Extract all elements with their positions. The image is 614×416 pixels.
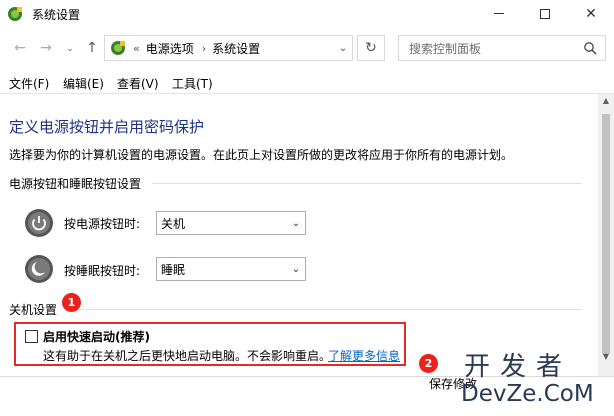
watermark-english: DevZe.CoM	[461, 381, 594, 407]
fast-startup-description: 这有助于在关机之后更快地启动电脑。不会影响重启。	[43, 349, 332, 363]
annotation-badge: 1	[62, 293, 81, 312]
search-box[interactable]: 搜索控制面板	[398, 35, 606, 61]
section-divider	[72, 309, 582, 310]
sleep-button-icon	[25, 255, 53, 283]
recent-pages-dropdown[interactable]: ⌄	[60, 44, 80, 54]
address-bar[interactable]: « 电源选项 › 系统设置	[104, 35, 353, 61]
breadcrumb-system-settings[interactable]: 系统设置	[212, 40, 260, 57]
breadcrumb-overflow-icon[interactable]: «	[133, 42, 140, 55]
control-panel-icon	[8, 7, 22, 21]
refresh-button[interactable]: ↻	[357, 35, 385, 61]
section-heading-power-buttons: 电源按钮和睡眠按钮设置	[9, 177, 142, 191]
close-icon: ✕	[585, 5, 597, 22]
menu-divider	[0, 93, 614, 94]
fast-startup-label[interactable]: 启用快速启动(推荐)	[43, 328, 150, 345]
refresh-icon: ↻	[365, 40, 377, 56]
menu-tools[interactable]: 工具(T)	[172, 75, 213, 92]
power-button-value: 关机	[161, 216, 186, 231]
maximize-button[interactable]	[522, 0, 568, 27]
title-bar: 系统设置 ✕	[0, 0, 614, 27]
section-heading-shutdown: 关机设置	[9, 303, 58, 317]
forward-button[interactable]: →	[36, 40, 56, 56]
address-dropdown-icon[interactable]: ⌄	[333, 35, 353, 61]
maximize-icon	[540, 8, 550, 19]
minimize-button[interactable]	[476, 0, 522, 27]
vertical-scrollbar[interactable]: ▲ ▼	[598, 94, 614, 376]
power-button-icon	[25, 209, 53, 237]
breadcrumb-separator-icon[interactable]: ›	[202, 42, 206, 55]
up-button[interactable]: ↑	[82, 40, 102, 56]
annotation-badge: 2	[419, 354, 438, 373]
page-description: 选择要为你的计算机设置的电源设置。在此页上对设置所做的更改将应用于你所有的电源计…	[9, 148, 514, 162]
section-divider	[152, 183, 582, 184]
navigation-bar: ← → ⌄ ↑ « 电源选项 › 系统设置 ⌄ ↻ 搜索控制面板	[0, 27, 614, 67]
watermark-chinese: 开发者	[464, 352, 573, 382]
scroll-up-icon[interactable]: ▲	[598, 96, 614, 110]
scroll-thumb[interactable]	[602, 114, 610, 354]
page-title: 定义电源按钮并启用密码保护	[9, 118, 205, 136]
menu-view[interactable]: 查看(V)	[117, 75, 159, 92]
menu-file[interactable]: 文件(F)	[9, 75, 49, 92]
search-input[interactable]: 搜索控制面板	[409, 40, 583, 57]
back-button[interactable]: ←	[10, 40, 30, 56]
learn-more-link[interactable]: 了解更多信息	[328, 347, 400, 364]
sleep-button-label: 按睡眠按钮时:	[64, 264, 141, 278]
menu-bar: 文件(F) 编辑(E) 查看(V) 工具(T)	[0, 71, 614, 93]
breadcrumb-power-options[interactable]: 电源选项	[146, 40, 194, 57]
scroll-down-icon[interactable]: ▼	[598, 352, 614, 366]
chevron-down-icon: ⌄	[291, 217, 301, 229]
control-panel-icon	[111, 41, 125, 55]
search-icon[interactable]	[583, 41, 597, 55]
window-title: 系统设置	[32, 8, 81, 22]
sleep-button-value: 睡眠	[161, 262, 186, 277]
chevron-down-icon: ⌄	[291, 263, 301, 275]
close-button[interactable]: ✕	[568, 0, 614, 27]
power-button-select[interactable]: 关机 ⌄	[156, 211, 306, 235]
sleep-button-select[interactable]: 睡眠 ⌄	[156, 257, 306, 281]
menu-edit[interactable]: 编辑(E)	[63, 75, 104, 92]
fast-startup-checkbox[interactable]	[25, 330, 38, 343]
power-button-label: 按电源按钮时:	[64, 217, 141, 231]
minimize-icon	[494, 13, 504, 14]
